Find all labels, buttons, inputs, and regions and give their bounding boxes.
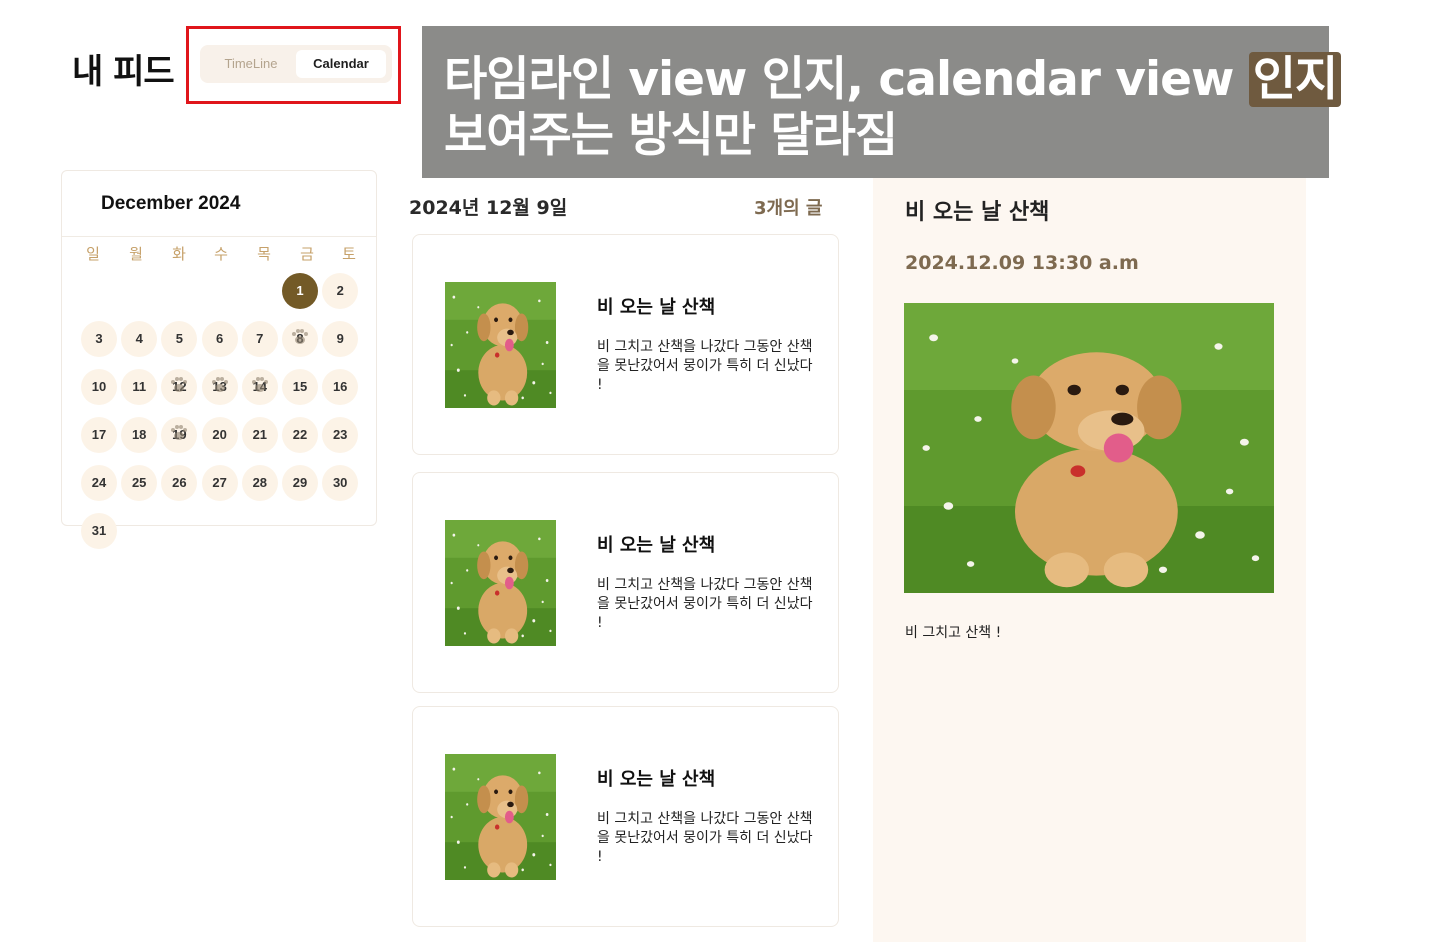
post-detail-panel: 비 오는 날 산책 2024.12.09 13:30 a.m 비 그치고 산책 … [873,178,1306,942]
calendar-day[interactable]: 5 [161,321,198,357]
annotation-overlay: 타임라인 view 인지, calendar view 인지 보여주는 방식만 … [422,26,1342,178]
calendar-day[interactable]: 23 [322,417,359,453]
post-card[interactable]: 비 오는 날 산책 비 그치고 산책을 나갔다 그동안 산책을 못난갔어서 뭉이… [412,472,839,693]
feed-date-heading: 2024년 12월 9일 [409,197,568,219]
calendar-day[interactable]: 9 [322,321,359,357]
calendar-day[interactable]: 29 [282,465,318,501]
calendar-day[interactable]: 8 [282,321,318,357]
calendar-day[interactable]: 15 [282,369,318,405]
calendar-day[interactable]: 21 [241,417,278,453]
tab-calendar[interactable]: Calendar [296,50,386,78]
post-title: 비 오는 날 산책 [597,769,716,790]
calendar-day[interactable]: 30 [322,465,359,501]
tab-timeline[interactable]: TimeLine [206,50,296,78]
post-thumbnail [445,282,556,408]
calendar-day[interactable]: 28 [241,465,278,501]
calendar-day[interactable]: 26 [161,465,198,501]
calendar-day[interactable]: 31 [81,513,117,549]
calendar-day[interactable]: 24 [81,465,117,501]
calendar-day[interactable]: 18 [121,417,158,453]
post-card[interactable]: 비 오는 날 산책 비 그치고 산책을 나갔다 그동안 산책을 못난갔어서 뭉이… [412,706,839,927]
post-title: 비 오는 날 산책 [597,535,716,556]
calendar-day[interactable]: 2 [322,273,359,309]
paw-print-icon [250,375,270,395]
dog-photo-icon [445,282,556,408]
calendar-day[interactable]: 17 [81,417,117,453]
dog-photo-icon [904,303,1274,593]
dog-photo-icon [445,754,556,880]
detail-photo [904,303,1274,593]
calendar-day[interactable]: 4 [121,321,158,357]
paw-print-icon [210,375,230,395]
post-body: 비 그치고 산책을 나갔다 그동안 산책을 못난갔어서 뭉이가 특히 더 신났다… [597,339,813,393]
annotation-highlight-text: 인지 [1248,52,1342,107]
calendar-day[interactable]: 13 [201,369,238,405]
calendar-day[interactable]: 6 [201,321,238,357]
detail-title: 비 오는 날 산책 [905,200,1050,225]
calendar-day[interactable]: 27 [201,465,238,501]
calendar-day[interactable]: 25 [121,465,158,501]
detail-timestamp: 2024.12.09 13:30 a.m [905,252,1139,274]
post-title: 비 오는 날 산책 [597,297,716,318]
calendar-day[interactable]: 1 [282,273,318,309]
calendar-day[interactable]: 22 [282,417,318,453]
view-toggle: TimeLine Calendar [200,45,392,83]
post-card[interactable]: 비 오는 날 산책 비 그치고 산책을 나갔다 그동안 산책을 못난갔어서 뭉이… [412,234,839,455]
paw-print-icon [169,375,189,395]
calendar-day[interactable]: 16 [322,369,359,405]
calendar-day[interactable]: 11 [121,369,158,405]
post-body: 비 그치고 산책을 나갔다 그동안 산책을 못난갔어서 뭉이가 특히 더 신났다… [597,811,813,865]
calendar-days-grid: 1 2 3 4 5 6 7 8 9 10 11 12 13 14 15 16 17 18 19 20 21 22 23 24 2… [62,171,378,549]
calendar-card: December 2024 일 월 화 수 목 금 토 1 2 3 4 5 6 7 8 9 10 1… [61,170,378,549]
post-thumbnail [445,754,556,880]
annotation-line-2: 보여주는 방식만 달라짐 [444,108,898,163]
post-body: 비 그치고 산책을 나갔다 그동안 산책을 못난갔어서 뭉이가 특히 더 신났다… [597,577,813,631]
calendar-day[interactable]: 10 [81,369,117,405]
calendar-day[interactable]: 7 [241,321,278,357]
calendar-day[interactable]: 12 [161,369,198,405]
paw-print-icon [169,423,189,443]
feed-post-count: 3개의 글 [754,198,823,219]
calendar-day[interactable]: 20 [201,417,238,453]
calendar-day[interactable]: 19 [161,417,198,453]
paw-print-icon [290,327,310,347]
detail-body: 비 그치고 산책 ! [905,625,1002,641]
dog-photo-icon [445,520,556,646]
page-title: 내 피드 [72,52,175,92]
calendar-day[interactable]: 3 [81,321,117,357]
calendar-day[interactable]: 14 [241,369,278,405]
post-thumbnail [445,520,556,646]
